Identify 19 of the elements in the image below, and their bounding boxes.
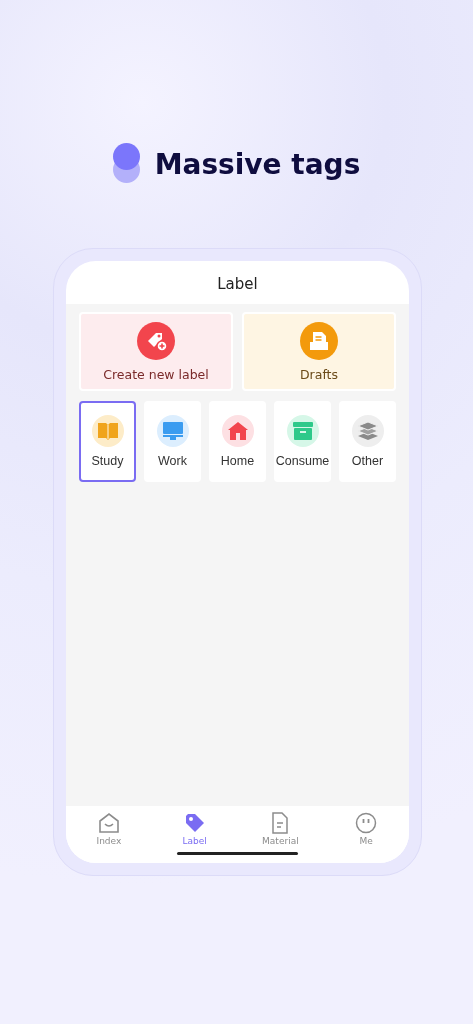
tab-item[interactable]: Material	[237, 806, 324, 852]
face-icon	[355, 812, 378, 834]
tag-plus-icon	[137, 321, 175, 360]
headline: Massive tags	[154, 147, 361, 181]
category-tile[interactable]: Home	[209, 401, 266, 482]
logo-icon	[112, 143, 141, 185]
drafts-card[interactable]: Drafts	[242, 312, 396, 391]
category-tile[interactable]: Work	[144, 401, 201, 482]
category-tile[interactable]: Study	[79, 401, 136, 482]
inbox-document-icon	[300, 321, 338, 360]
tab-item[interactable]: Index	[66, 806, 152, 852]
category-tile[interactable]: Other	[339, 401, 396, 482]
screen-title: Label	[216, 273, 259, 295]
tag-icon	[183, 812, 206, 834]
house-icon	[97, 812, 120, 834]
category-tile[interactable]: Consume	[274, 401, 331, 482]
create-label-card[interactable]: Create new label	[79, 312, 233, 391]
tab-item[interactable]: Me	[323, 806, 409, 852]
tab-item[interactable]: Label	[151, 806, 238, 852]
